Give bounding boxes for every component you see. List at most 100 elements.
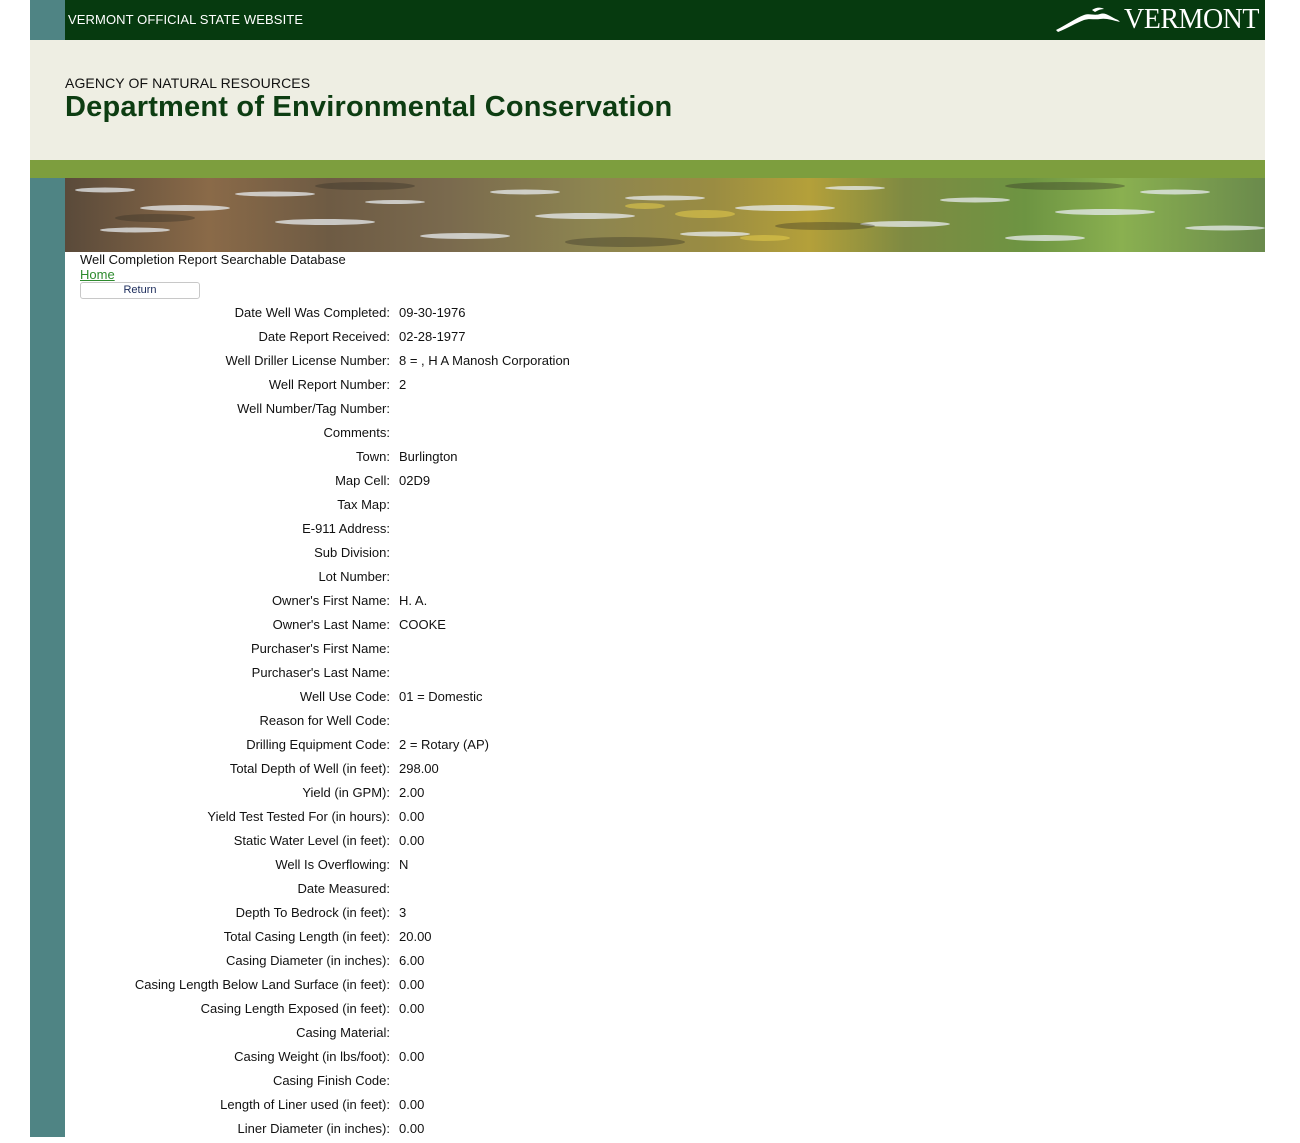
field-label: Tax Map: (337, 497, 390, 512)
field-value: H. A. (399, 593, 428, 608)
field-row: E-911 Address: (0, 519, 1000, 543)
field-label: Casing Finish Code: (272, 1073, 390, 1088)
field-row: Date Measured: (0, 879, 1000, 903)
field-value: 8 = , H A Manosh Corporation (399, 353, 570, 368)
field-value: 3 (399, 905, 407, 920)
field-label: Well Is Overflowing: (275, 857, 390, 872)
field-row: Well Use Code: 01 = Domestic (0, 687, 1000, 711)
field-label: Lot Number: (318, 569, 390, 584)
field-row: Yield (in GPM): 2.00 (0, 783, 1000, 807)
water-banner-image (65, 178, 1265, 252)
state-topbar: VERMONT OFFICIAL STATE WEBSITE VERMONT (65, 0, 1265, 40)
home-link[interactable]: Home (80, 267, 115, 282)
well-report-fields: Date Well Was Completed: 09-30-1976 Date R… (0, 303, 1000, 1143)
field-label: Depth To Bedrock (in feet): (235, 905, 390, 920)
field-label: Map Cell: (335, 473, 390, 488)
field-value: 0.00 (399, 833, 425, 848)
official-site-label[interactable]: VERMONT OFFICIAL STATE WEBSITE (68, 12, 303, 27)
field-row: Comments: (0, 423, 1000, 447)
field-row: Well Report Number: 2 (0, 375, 1000, 399)
field-row: Casing Length Exposed (in feet): 0.00 (0, 999, 1000, 1023)
field-row: Map Cell: 02D9 (0, 471, 1000, 495)
field-label: E-911 Address: (302, 521, 390, 536)
field-value: 2 (399, 377, 407, 392)
field-label: Sub Division: (314, 545, 390, 560)
agency-name: AGENCY OF NATURAL RESOURCES (65, 75, 311, 91)
department-title[interactable]: Department of Environmental Conservation (65, 91, 672, 124)
field-row: Depth To Bedrock (in feet): 3 (0, 903, 1000, 927)
field-label: Liner Diameter (in inches): (237, 1121, 390, 1136)
field-label: Static Water Level (in feet): (233, 833, 390, 848)
field-value: 0.00 (399, 809, 425, 824)
field-value: 6.00 (399, 953, 425, 968)
field-label: Date Report Received: (258, 329, 390, 344)
field-label: Yield (in GPM): (302, 785, 390, 800)
field-label: Well Report Number: (268, 377, 390, 392)
field-row: Well Driller License Number: 8 = , H A Ma… (0, 351, 1000, 375)
field-value: 02-28-1977 (399, 329, 466, 344)
field-value: Burlington (399, 449, 458, 464)
field-value: 20.00 (399, 929, 432, 944)
field-row: Casing Diameter (in inches): 6.00 (0, 951, 1000, 975)
field-row: Lot Number: (0, 567, 1000, 591)
field-value: 0.00 (399, 1097, 425, 1112)
field-row: Date Well Was Completed: 09-30-1976 (0, 303, 1000, 327)
field-value: N (399, 857, 409, 872)
agency-header: AGENCY OF NATURAL RESOURCES Department o… (30, 40, 1265, 160)
field-row: Well Number/Tag Number: (0, 399, 1000, 423)
field-row: Well Is Overflowing: N (0, 855, 1000, 879)
field-row: Liner Diameter (in inches): 0.00 (0, 1119, 1000, 1143)
field-row: Purchaser's First Name: (0, 639, 1000, 663)
vermont-logo[interactable]: VERMONT (1054, 4, 1259, 36)
field-label: Drilling Equipment Code: (246, 737, 390, 752)
field-row: Reason for Well Code: (0, 711, 1000, 735)
field-row: Casing Material: (0, 1023, 1000, 1047)
field-value: 0.00 (399, 1121, 425, 1136)
field-value: 09-30-1976 (399, 305, 466, 320)
field-value: 0.00 (399, 977, 425, 992)
field-value: 02D9 (399, 473, 431, 488)
mountain-bird-icon (1054, 6, 1124, 34)
field-row: Casing Weight (in lbs/foot): 0.00 (0, 1047, 1000, 1071)
field-label: Date Well Was Completed: (234, 305, 390, 320)
field-row: Town: Burlington (0, 447, 1000, 471)
field-value: 2 = Rotary (AP) (399, 737, 489, 752)
field-label: Purchaser's Last Name: (251, 665, 390, 680)
field-label: Comments: (323, 425, 390, 440)
field-row: Sub Division: (0, 543, 1000, 567)
field-row: Owner's First Name: H. A. (0, 591, 1000, 615)
vermont-logo-text: VERMONT (1124, 4, 1259, 35)
field-label: Well Number/Tag Number: (237, 401, 390, 416)
field-label: Date Measured: (297, 881, 391, 896)
field-row: Length of Liner used (in feet): 0.00 (0, 1095, 1000, 1119)
field-label: Casing Length Below Land Surface (in fee… (134, 977, 390, 992)
field-value: 2.00 (399, 785, 425, 800)
field-label: Owner's Last Name: (272, 617, 390, 632)
field-label: Well Use Code: (299, 689, 390, 704)
field-row: Total Depth of Well (in feet): 298.00 (0, 759, 1000, 783)
field-label: Town: (356, 449, 390, 464)
field-label: Total Casing Length (in feet): (223, 929, 390, 944)
field-row: Static Water Level (in feet): 0.00 (0, 831, 1000, 855)
field-label: Total Depth of Well (in feet): (229, 761, 390, 776)
field-row: Yield Test Tested For (in hours): 0.00 (0, 807, 1000, 831)
field-label: Yield Test Tested For (in hours): (207, 809, 390, 824)
field-row: Tax Map: (0, 495, 1000, 519)
field-label: Casing Material: (296, 1025, 390, 1040)
field-label: Length of Liner used (in feet): (220, 1097, 390, 1112)
field-row: Owner's Last Name: COOKE (0, 615, 1000, 639)
field-label: Purchaser's First Name: (250, 641, 390, 656)
field-value: 298.00 (399, 761, 439, 776)
field-label: Casing Length Exposed (in feet): (200, 1001, 390, 1016)
return-button[interactable]: Return (80, 282, 200, 299)
database-title: Well Completion Report Searchable Databa… (80, 252, 346, 267)
field-label: Reason for Well Code: (259, 713, 390, 728)
field-value: 0.00 (399, 1049, 425, 1064)
field-label: Casing Weight (in lbs/foot): (234, 1049, 390, 1064)
field-row: Purchaser's Last Name: (0, 663, 1000, 687)
field-label: Casing Diameter (in inches): (225, 953, 390, 968)
field-row: Drilling Equipment Code: 2 = Rotary (AP) (0, 735, 1000, 759)
field-label: Well Driller License Number: (225, 353, 390, 368)
field-row: Total Casing Length (in feet): 20.00 (0, 927, 1000, 951)
field-row: Casing Length Below Land Surface (in fee… (0, 975, 1000, 999)
